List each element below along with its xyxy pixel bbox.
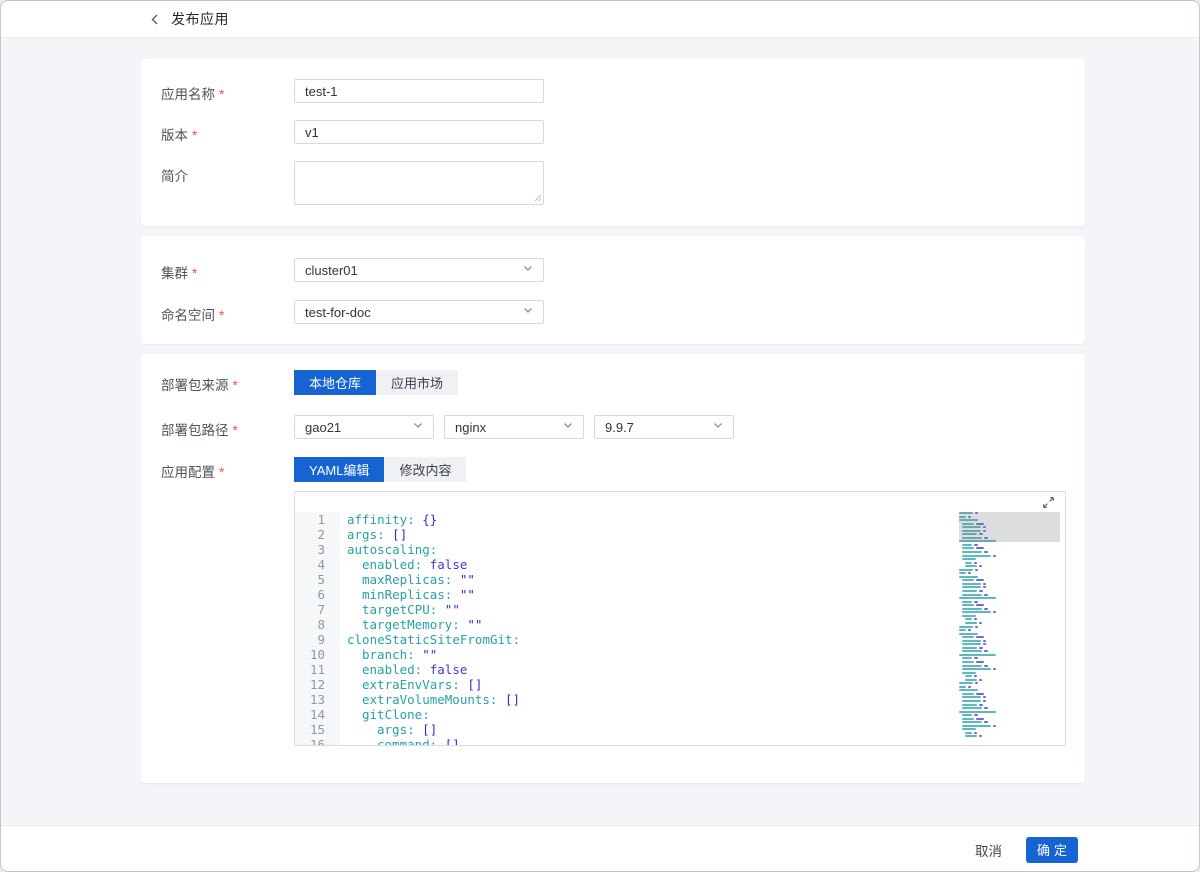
intro-row: 简介	[141, 161, 1085, 210]
version-label: 版本	[161, 128, 188, 143]
chevron-down-icon	[712, 418, 724, 436]
app-name-input[interactable]	[294, 79, 544, 103]
app-name-row: 应用名称 *	[141, 79, 1085, 104]
yaml-editor[interactable]: 12345678910111213141516 affinity: {}args…	[294, 491, 1066, 746]
required-mark: *	[219, 465, 224, 480]
segment-option-local-repo[interactable]: 本地仓库	[294, 370, 376, 395]
chart-select-value: nginx	[455, 420, 486, 435]
required-mark: *	[192, 266, 197, 281]
chevron-down-icon	[412, 418, 424, 436]
version-select-value: 9.9.7	[605, 420, 634, 435]
page-title: 发布应用	[171, 9, 229, 29]
required-mark: *	[219, 308, 224, 323]
chevron-down-icon	[562, 418, 574, 436]
intro-textarea[interactable]	[294, 161, 544, 205]
segment-option-yaml-edit[interactable]: YAML编辑	[294, 457, 384, 482]
editor-minimap[interactable]	[959, 512, 1060, 746]
chart-select[interactable]: nginx	[444, 415, 584, 439]
namespace-label: 命名空间	[161, 308, 215, 323]
chevron-down-icon	[522, 261, 534, 279]
resize-grip-icon[interactable]	[534, 189, 542, 207]
namespace-row: 命名空间 * test-for-doc	[141, 300, 1085, 325]
required-mark: *	[219, 87, 224, 102]
repo-select-value: gao21	[305, 420, 341, 435]
footer-bar: 取消 确定	[1, 825, 1199, 872]
version-input[interactable]	[294, 120, 544, 144]
repo-select[interactable]: gao21	[294, 415, 434, 439]
publish-app-page: 发布应用 应用名称 * 版本 * 简介	[0, 0, 1200, 872]
cluster-label: 集群	[161, 266, 188, 281]
deploy-card: 部署包来源* 本地仓库 应用市场 部署包路径* gao21 n	[141, 354, 1085, 783]
back-icon[interactable]	[149, 13, 162, 26]
namespace-select-value: test-for-doc	[305, 305, 371, 320]
version-row: 版本 *	[141, 120, 1085, 145]
app-name-label: 应用名称	[161, 87, 215, 102]
editor-gutter: 12345678910111213141516	[295, 512, 340, 746]
package-source-segment: 本地仓库 应用市场	[294, 370, 458, 395]
app-config-segment: YAML编辑 修改内容	[294, 457, 466, 482]
editor-code[interactable]: affinity: {}args: []autoscaling:enabled:…	[340, 512, 1065, 746]
page-header: 发布应用	[1, 1, 1199, 38]
confirm-button[interactable]: 确定	[1026, 837, 1078, 863]
segment-option-app-market[interactable]: 应用市场	[376, 370, 458, 395]
package-source-row: 部署包来源 * 本地仓库 应用市场	[141, 370, 1085, 395]
required-mark: *	[233, 378, 238, 393]
cluster-row: 集群 * cluster01	[141, 258, 1085, 283]
version-select[interactable]: 9.9.7	[594, 415, 734, 439]
yaml-editor-row: 12345678910111213141516 affinity: {}args…	[141, 491, 1085, 746]
cancel-button[interactable]: 取消	[975, 840, 1002, 860]
package-path-row: 部署包路径 * gao21 nginx 9.9.7	[141, 415, 1085, 440]
cluster-card: 集群 * cluster01 命名空间 * test-for-doc	[141, 236, 1085, 344]
chevron-down-icon	[522, 303, 534, 321]
package-source-label: 部署包来源	[161, 378, 229, 393]
namespace-select[interactable]: test-for-doc	[294, 300, 544, 324]
cluster-select[interactable]: cluster01	[294, 258, 544, 282]
app-config-row: 应用配置 * YAML编辑 修改内容	[141, 457, 1085, 482]
required-mark: *	[192, 128, 197, 143]
basic-info-card: 应用名称 * 版本 * 简介	[141, 59, 1085, 226]
segment-option-modify-content[interactable]: 修改内容	[384, 457, 466, 482]
required-mark: *	[233, 423, 238, 438]
cluster-select-value: cluster01	[305, 263, 358, 278]
package-path-label: 部署包路径	[161, 423, 229, 438]
minimap-viewport[interactable]	[959, 512, 1060, 542]
form-area: 应用名称 * 版本 * 简介	[1, 38, 1199, 825]
intro-label: 简介	[161, 169, 188, 184]
app-config-label: 应用配置	[161, 465, 215, 480]
